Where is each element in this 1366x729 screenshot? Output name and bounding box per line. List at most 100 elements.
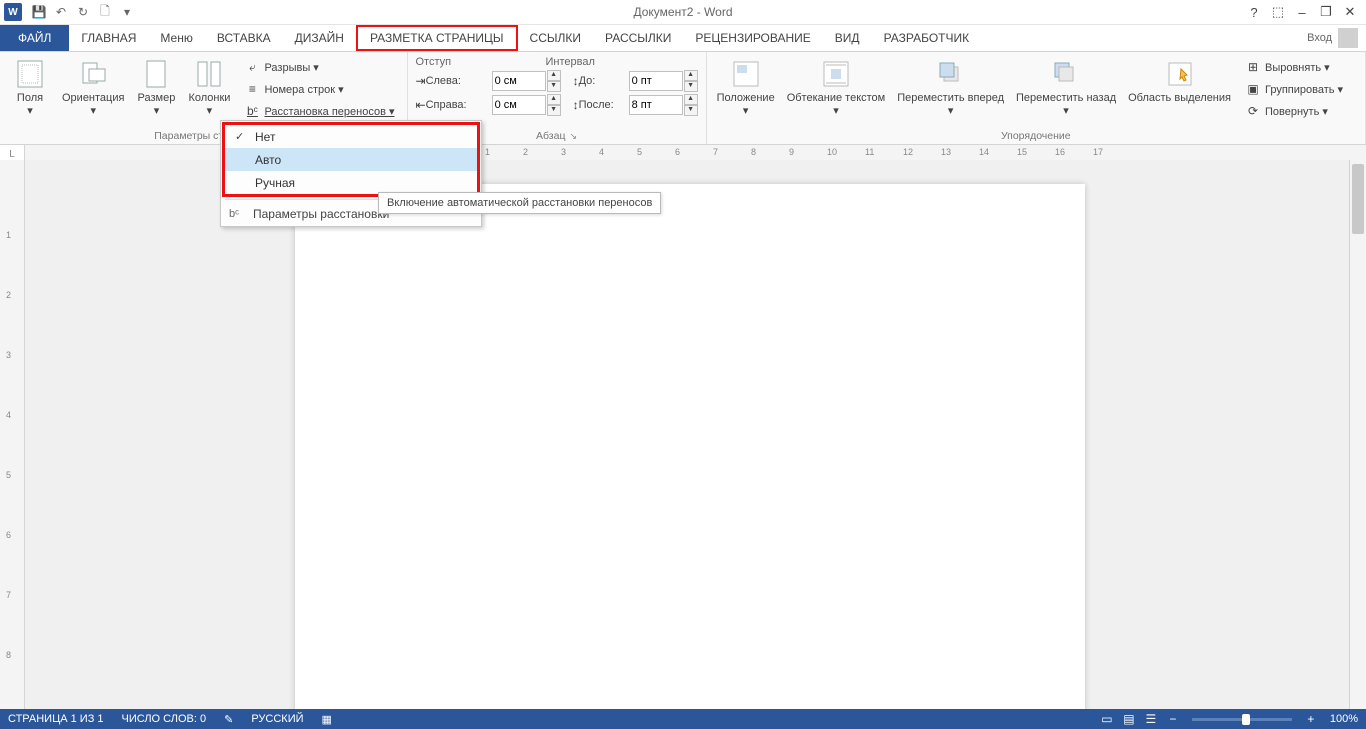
page[interactable]	[295, 184, 1085, 709]
indent-right-input[interactable]	[492, 95, 546, 115]
tab-review[interactable]: РЕЦЕНЗИРОВАНИЕ	[683, 25, 822, 51]
size-button[interactable]: Размер▾	[130, 54, 182, 126]
status-bar: СТРАНИЦА 1 ИЗ 1 ЧИСЛО СЛОВ: 0 ✎ РУССКИЙ …	[0, 709, 1366, 729]
maximize-icon[interactable]: ❐	[1314, 1, 1338, 23]
line-numbers-button[interactable]: ≡Номера строк ▾	[240, 78, 398, 100]
ribbon-display-icon[interactable]: ⬚	[1266, 1, 1290, 23]
rotate-icon: ⟳	[1245, 103, 1261, 119]
status-language[interactable]: РУССКИЙ	[251, 713, 303, 725]
columns-icon	[193, 58, 225, 90]
tab-mailings[interactable]: РАССЫЛКИ	[593, 25, 683, 51]
zoom-value[interactable]: 100%	[1330, 713, 1358, 725]
tab-design[interactable]: ДИЗАЙН	[283, 25, 356, 51]
spacing-before-label: До:	[579, 75, 629, 87]
title-bar: W 💾 ↶ ↻ 🗋 ▾ Документ2 - Word ? ⬚ – ❐ ✕	[0, 0, 1366, 25]
orientation-button[interactable]: Ориентация▾	[56, 54, 130, 126]
zoom-in-icon[interactable]: +	[1300, 710, 1322, 728]
position-icon	[730, 58, 762, 90]
status-word-count[interactable]: ЧИСЛО СЛОВ: 0	[122, 713, 207, 725]
spacing-after-label: После:	[579, 99, 629, 111]
position-button[interactable]: Положение▾	[711, 54, 781, 126]
group-button[interactable]: ▣Группировать ▾	[1241, 78, 1347, 100]
selection-pane-button[interactable]: Область выделения	[1122, 54, 1237, 126]
tab-page-layout[interactable]: РАЗМЕТКА СТРАНИЦЫ	[356, 25, 518, 51]
avatar-icon	[1338, 28, 1358, 48]
group-icon: ▣	[1245, 81, 1261, 97]
hyphenation-icon: bᶜ	[244, 103, 260, 119]
account-area[interactable]: Вход	[1307, 25, 1366, 51]
columns-button[interactable]: Колонки▾	[182, 54, 236, 126]
wrap-text-icon	[820, 58, 852, 90]
close-icon[interactable]: ✕	[1338, 1, 1362, 23]
rotate-button[interactable]: ⟳Повернуть ▾	[1241, 100, 1347, 122]
vertical-ruler[interactable]: 12345678	[0, 160, 25, 709]
indent-left-input[interactable]	[492, 71, 546, 91]
tooltip: Включение автоматической расстановки пер…	[378, 192, 661, 214]
view-print-icon[interactable]: ▤	[1118, 710, 1140, 728]
tab-insert[interactable]: ВСТАВКА	[205, 25, 283, 51]
status-macro-icon[interactable]: ▦	[322, 713, 332, 726]
spacing-after-input[interactable]	[629, 95, 683, 115]
document-canvas[interactable]	[25, 160, 1349, 709]
view-web-icon[interactable]: ☰	[1140, 710, 1162, 728]
save-icon[interactable]: 💾	[28, 1, 50, 23]
align-icon: ⊞	[1245, 59, 1261, 75]
align-button[interactable]: ⊞Выровнять ▾	[1241, 56, 1347, 78]
qat-customize-icon[interactable]: ▾	[116, 1, 138, 23]
hyphenation-auto[interactable]: Авто	[225, 148, 477, 171]
bring-forward-button[interactable]: Переместить вперед▾	[891, 54, 1010, 126]
status-page[interactable]: СТРАНИЦА 1 ИЗ 1	[8, 713, 104, 725]
tab-file[interactable]: ФАЙЛ	[0, 25, 69, 51]
work-area: 12345678	[0, 160, 1366, 709]
send-backward-button[interactable]: Переместить назад▾	[1010, 54, 1122, 126]
dialog-launcher-icon[interactable]: ↘	[569, 131, 577, 142]
hyphenation-manual[interactable]: Ручная	[225, 171, 477, 194]
spacing-after-spinner[interactable]: ▲▼	[684, 94, 698, 116]
orientation-icon	[77, 58, 109, 90]
spacing-before-spinner[interactable]: ▲▼	[684, 70, 698, 92]
selection-pane-icon	[1164, 58, 1196, 90]
vertical-scrollbar[interactable]	[1349, 160, 1366, 709]
indent-left-icon: ⇥	[416, 74, 426, 88]
scrollbar-thumb[interactable]	[1352, 164, 1364, 234]
bring-forward-icon	[935, 58, 967, 90]
zoom-slider[interactable]	[1192, 718, 1292, 721]
spacing-header: Интервал	[546, 56, 595, 68]
indent-left-spinner[interactable]: ▲▼	[547, 70, 561, 92]
size-icon	[140, 58, 172, 90]
breaks-icon: ⤶	[244, 59, 260, 75]
wrap-text-button[interactable]: Обтекание текстом▾	[781, 54, 892, 126]
hyphenation-options-icon: bᶜ	[229, 208, 247, 220]
new-doc-icon[interactable]: 🗋	[94, 1, 116, 23]
tab-home[interactable]: ГЛАВНАЯ	[69, 25, 148, 51]
view-read-icon[interactable]: ▭	[1096, 710, 1118, 728]
tab-developer[interactable]: РАЗРАБОТЧИК	[872, 25, 982, 51]
quick-access-toolbar: W 💾 ↶ ↻ 🗋 ▾	[0, 1, 138, 23]
indent-left-label: Слева:	[426, 75, 492, 87]
spacing-before-input[interactable]	[629, 71, 683, 91]
indent-header: Отступ	[416, 56, 546, 68]
margins-label: Поля	[17, 92, 43, 105]
minimize-icon[interactable]: –	[1290, 1, 1314, 23]
undo-icon[interactable]: ↶	[50, 1, 72, 23]
document-title: Документ2 - Word	[633, 5, 732, 19]
window-controls: ? ⬚ – ❐ ✕	[1242, 1, 1366, 23]
margins-button[interactable]: Поля▾	[4, 54, 56, 126]
ribbon-tabs: ФАЙЛ ГЛАВНАЯ Меню ВСТАВКА ДИЗАЙН РАЗМЕТК…	[0, 25, 1366, 52]
line-numbers-icon: ≡	[244, 81, 260, 97]
zoom-out-icon[interactable]: −	[1162, 710, 1184, 728]
tab-references[interactable]: ССЫЛКИ	[518, 25, 593, 51]
signin-label: Вход	[1307, 32, 1332, 44]
columns-label: Колонки	[188, 92, 230, 105]
help-icon[interactable]: ?	[1242, 1, 1266, 23]
breaks-button[interactable]: ⤶Разрывы ▾	[240, 56, 398, 78]
size-label: Размер	[138, 92, 176, 105]
status-proofing-icon[interactable]: ✎	[224, 713, 233, 726]
indent-right-spinner[interactable]: ▲▼	[547, 94, 561, 116]
tab-view[interactable]: ВИД	[823, 25, 872, 51]
margins-icon	[14, 58, 46, 90]
hyphenation-none[interactable]: Нет	[225, 125, 477, 148]
redo-icon[interactable]: ↻	[72, 1, 94, 23]
tab-menu[interactable]: Меню	[148, 25, 204, 51]
arrange-group-label: Упорядочение	[707, 128, 1365, 144]
